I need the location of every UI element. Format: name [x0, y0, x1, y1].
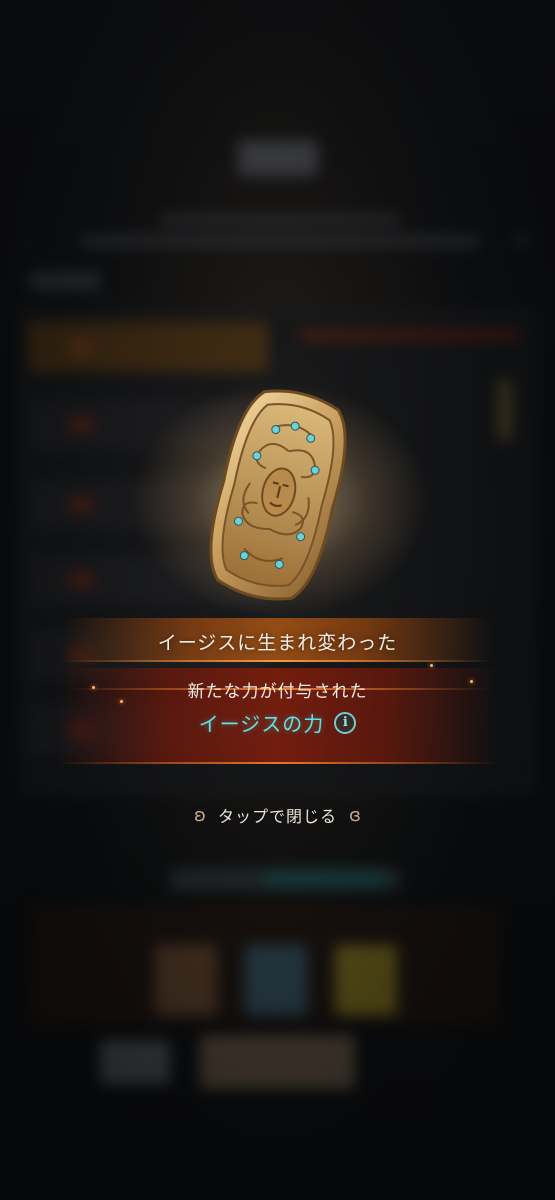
info-icon[interactable]: i [334, 711, 357, 734]
spark-effect [430, 664, 433, 667]
right-ornament-icon: ɞ [349, 804, 361, 826]
tap-to-close-button[interactable]: ʚ タップで閉じる ɞ [0, 803, 555, 827]
game-screen: ‹ ✕ [0, 0, 555, 1200]
new-power-message: 新たな力が付与された [187, 682, 368, 702]
reborn-banner-underline [62, 660, 492, 662]
power-name: イージスの力 [198, 712, 325, 736]
power-name-row: イージスの力 i [0, 708, 555, 737]
tap-to-close-label: タップで閉じる [217, 807, 337, 826]
reborn-message: イージスに生まれ変わった [157, 632, 398, 654]
power-banner-bottomline [58, 762, 498, 764]
aegis-shield-icon [188, 380, 368, 610]
left-ornament-icon: ʚ [194, 804, 206, 826]
